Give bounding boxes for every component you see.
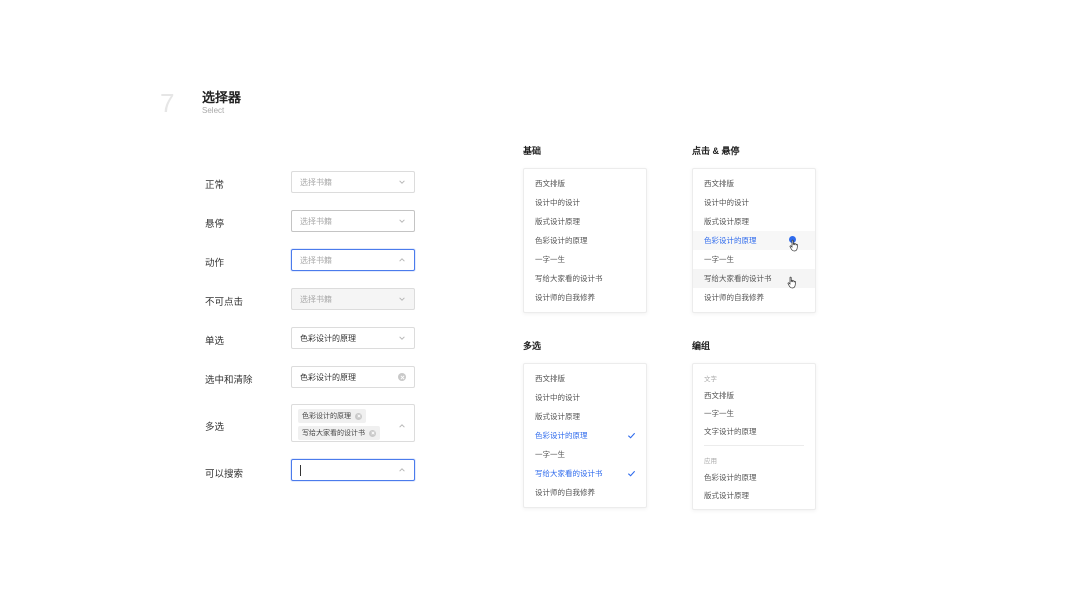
select-action[interactable]: 选择书籍 bbox=[291, 249, 415, 271]
menu-item[interactable]: 色彩设计的原理 bbox=[693, 468, 815, 486]
chevron-down-icon bbox=[397, 295, 406, 304]
panel-title-multi: 多选 bbox=[523, 341, 542, 351]
select-placeholder: 选择书籍 bbox=[300, 294, 332, 304]
dropdown-menu-grouped: 文字 西文排版 一字一生 文字设计的原理 应用 色彩设计的原理 版式设计原理 bbox=[692, 363, 816, 510]
menu-item[interactable]: 版式设计原理 bbox=[524, 212, 646, 231]
menu-item[interactable]: 设计中的设计 bbox=[693, 193, 815, 212]
chevron-down-icon bbox=[397, 178, 406, 187]
menu-item[interactable]: 一字一生 bbox=[524, 445, 646, 464]
dropdown-menu-basic: 西文排版 设计中的设计 版式设计原理 色彩设计的原理 一字一生 写给大家看的设计… bbox=[523, 168, 647, 313]
menu-item[interactable]: 西文排版 bbox=[693, 174, 815, 193]
clear-icon[interactable] bbox=[398, 373, 406, 381]
selected-tag: 写给大家看的设计书 bbox=[298, 426, 380, 440]
menu-item-label: 设计中的设计 bbox=[535, 393, 580, 402]
select-value: 色彩设计的原理 bbox=[300, 372, 356, 382]
select-single[interactable]: 色彩设计的原理 bbox=[291, 327, 415, 349]
chevron-down-icon bbox=[397, 334, 406, 343]
checkmark-icon bbox=[627, 470, 636, 477]
menu-item[interactable]: 设计中的设计 bbox=[524, 193, 646, 212]
row-label-action: 动作 bbox=[205, 258, 225, 269]
group-divider bbox=[704, 445, 804, 446]
row-label-searchable: 可以搜索 bbox=[205, 469, 244, 480]
tag-remove-icon[interactable] bbox=[369, 429, 376, 437]
menu-item[interactable]: 版式设计原理 bbox=[693, 486, 815, 504]
menu-item[interactable]: 一字一生 bbox=[693, 250, 815, 269]
group-label: 应用 bbox=[704, 457, 717, 465]
row-label-disabled: 不可点击 bbox=[205, 297, 244, 308]
chevron-up-icon bbox=[397, 466, 406, 475]
row-label-hover: 悬停 bbox=[205, 219, 225, 230]
group-label: 文字 bbox=[704, 375, 717, 383]
menu-item-label: 设计师的自我修养 bbox=[535, 488, 595, 497]
menu-item[interactable]: 版式设计原理 bbox=[524, 407, 646, 426]
tag-remove-icon[interactable] bbox=[355, 412, 362, 420]
tag-list: 色彩设计的原理 写给大家看的设计书 bbox=[298, 409, 397, 440]
chevron-down-icon bbox=[397, 217, 406, 226]
chevron-up-icon bbox=[397, 256, 406, 265]
select-clearable[interactable]: 色彩设计的原理 bbox=[291, 366, 415, 388]
select-disabled: 选择书籍 bbox=[291, 288, 415, 310]
menu-item-label: 一字一生 bbox=[535, 450, 565, 459]
panel-title-grouped: 编组 bbox=[692, 341, 711, 351]
panel-title-basic: 基础 bbox=[523, 146, 542, 156]
section-title: 选择器 bbox=[202, 90, 242, 105]
menu-item[interactable]: 西文排版 bbox=[524, 174, 646, 193]
menu-item[interactable]: 文字设计的原理 bbox=[693, 422, 815, 440]
hand-pointer-icon bbox=[789, 239, 798, 252]
menu-item-label: 西文排版 bbox=[535, 374, 565, 383]
menu-item-label: 版式设计原理 bbox=[535, 412, 580, 421]
menu-item[interactable]: 设计中的设计 bbox=[524, 388, 646, 407]
menu-item-label: 色彩设计的原理 bbox=[535, 431, 588, 440]
select-normal[interactable]: 选择书籍 bbox=[291, 171, 415, 193]
select-multiple[interactable]: 色彩设计的原理 写给大家看的设计书 bbox=[291, 404, 415, 442]
section-subtitle: Select bbox=[202, 106, 225, 115]
row-label-normal: 正常 bbox=[205, 180, 225, 191]
menu-item-selected[interactable]: 色彩设计的原理 bbox=[524, 426, 646, 445]
menu-item[interactable]: 设计师的自我修养 bbox=[693, 288, 815, 307]
menu-item[interactable]: 设计师的自我修养 bbox=[524, 483, 646, 502]
select-hover[interactable]: 选择书籍 bbox=[291, 210, 415, 232]
chevron-up-icon bbox=[397, 421, 406, 430]
menu-item-selected[interactable]: 写给大家看的设计书 bbox=[524, 464, 646, 483]
selected-tag: 色彩设计的原理 bbox=[298, 409, 366, 423]
hand-pointer-icon bbox=[787, 276, 796, 289]
section-number: 7 bbox=[160, 88, 175, 118]
row-label-clearable: 选中和清除 bbox=[205, 375, 253, 386]
panel-title-click-hover: 点击 & 悬停 bbox=[692, 146, 740, 156]
menu-item-label: 写给大家看的设计书 bbox=[535, 469, 603, 478]
checkmark-icon bbox=[627, 432, 636, 439]
tag-label: 色彩设计的原理 bbox=[302, 413, 351, 420]
menu-item[interactable]: 版式设计原理 bbox=[693, 212, 815, 231]
select-placeholder: 选择书籍 bbox=[300, 216, 332, 226]
select-placeholder: 选择书籍 bbox=[300, 177, 332, 187]
menu-item[interactable]: 色彩设计的原理 bbox=[524, 231, 646, 250]
select-placeholder: 选择书籍 bbox=[300, 255, 332, 265]
dropdown-menu-multi: 西文排版 设计中的设计 版式设计原理 色彩设计的原理 一字一生 写给大家看的设计… bbox=[523, 363, 647, 508]
text-cursor bbox=[300, 464, 301, 476]
select-value: 色彩设计的原理 bbox=[300, 333, 356, 343]
menu-item[interactable]: 写给大家看的设计书 bbox=[524, 269, 646, 288]
row-label-single: 单选 bbox=[205, 336, 225, 347]
menu-item[interactable]: 西文排版 bbox=[693, 386, 815, 404]
tag-label: 写给大家看的设计书 bbox=[302, 430, 365, 437]
menu-item[interactable]: 西文排版 bbox=[524, 369, 646, 388]
menu-item[interactable]: 设计师的自我修养 bbox=[524, 288, 646, 307]
select-searchable[interactable] bbox=[291, 459, 415, 481]
row-label-multiple: 多选 bbox=[205, 422, 225, 433]
menu-item[interactable]: 一字一生 bbox=[693, 404, 815, 422]
menu-item[interactable]: 一字一生 bbox=[524, 250, 646, 269]
